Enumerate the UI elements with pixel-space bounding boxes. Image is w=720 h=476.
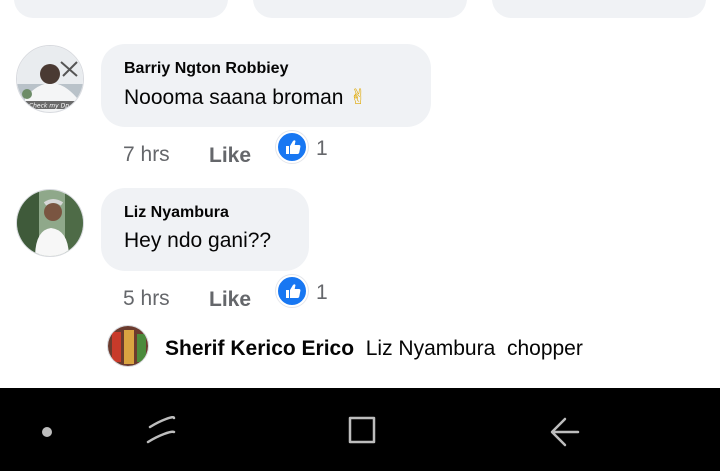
- comment-author[interactable]: Liz Nyambura: [124, 204, 285, 222]
- recent-apps-icon[interactable]: [146, 415, 176, 444]
- reply-body: chopper: [506, 337, 583, 360]
- top-pill-3[interactable]: [492, 0, 706, 18]
- like-button[interactable]: Like: [209, 144, 251, 168]
- avatar-photo: [17, 190, 83, 256]
- victory-hand-emoji: ✌: [349, 86, 367, 109]
- system-navigation-bar: [0, 388, 720, 471]
- dot-icon[interactable]: [42, 427, 52, 437]
- back-icon[interactable]: [550, 417, 580, 447]
- comment-text: Noooma saana broman ✌: [124, 85, 407, 110]
- comment-timestamp[interactable]: 5 hrs: [123, 287, 170, 311]
- like-thumb-icon[interactable]: [276, 275, 308, 307]
- comment-text-body: Noooma saana broman: [124, 86, 344, 109]
- comment-avatar[interactable]: [16, 189, 84, 257]
- navbar-icons: [42, 415, 580, 447]
- comment-author[interactable]: Barriy Ngton Robbiey: [124, 60, 407, 78]
- reaction-count[interactable]: 1: [316, 137, 328, 161]
- top-pill-1[interactable]: [14, 0, 228, 18]
- comment-avatar[interactable]: Check my Dp: [16, 45, 84, 113]
- reply-avatar[interactable]: [107, 325, 149, 367]
- comment-bubble[interactable]: Liz Nyambura Hey ndo gani??: [101, 188, 309, 271]
- like-button[interactable]: Like: [209, 288, 251, 312]
- comment-text: Hey ndo gani??: [124, 229, 272, 252]
- reply-text: Sherif Kerico Erico Liz Nyambura chopper: [165, 337, 583, 361]
- comment-bubble[interactable]: Barriy Ngton Robbiey Noooma saana broman…: [101, 44, 431, 127]
- avatar-photo: Check my Dp: [17, 46, 83, 112]
- like-thumb-icon[interactable]: [276, 131, 308, 163]
- avatar-photo: [108, 326, 148, 366]
- home-icon[interactable]: [348, 416, 376, 444]
- avatar-caption: Check my Dp: [29, 103, 69, 110]
- reaction-count[interactable]: 1: [316, 281, 328, 305]
- reply-mention[interactable]: Liz Nyambura: [366, 337, 496, 360]
- top-pill-2[interactable]: [253, 0, 467, 18]
- reply-author[interactable]: Sherif Kerico Erico: [165, 337, 354, 360]
- comment-timestamp[interactable]: 7 hrs: [123, 143, 170, 167]
